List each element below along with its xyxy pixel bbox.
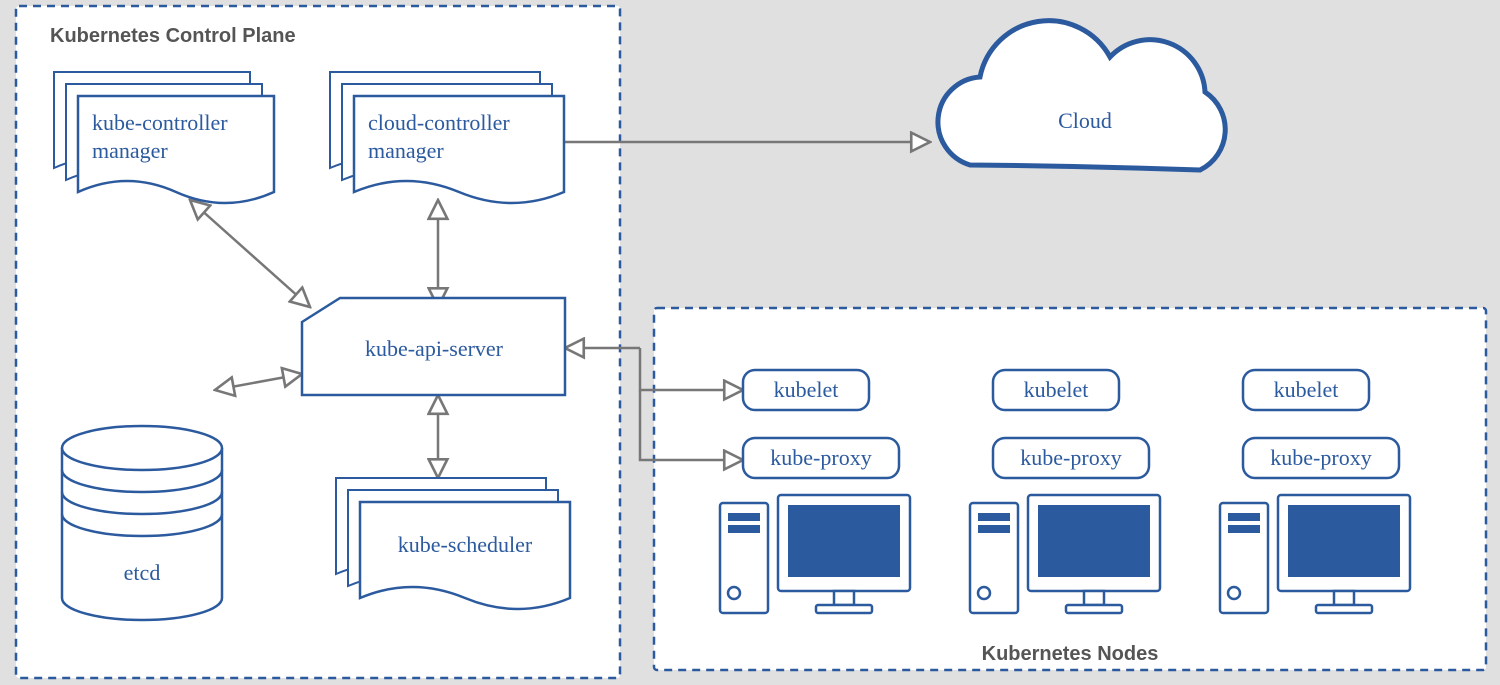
node2-kubeproxy-label: kube-proxy: [1020, 445, 1121, 470]
ccm-label-line2: manager: [368, 138, 444, 163]
ccm-label-line1: cloud-controller: [368, 110, 510, 135]
cloud-label: Cloud: [1058, 108, 1112, 133]
kubernetes-architecture-diagram: Kubernetes Control Plane Kubernetes Node…: [0, 0, 1500, 685]
node1-kubelet-label: kubelet: [774, 377, 839, 402]
kube-scheduler-box: kube-scheduler: [336, 478, 570, 609]
kube-controller-manager-box: kube-controller manager: [54, 72, 274, 203]
node3-kubelet-label: kubelet: [1274, 377, 1339, 402]
kcm-label-line2: manager: [92, 138, 168, 163]
node2-kubelet-label: kubelet: [1024, 377, 1089, 402]
etcd-box: etcd: [62, 426, 222, 620]
cloud-controller-manager-box: cloud-controller manager: [330, 72, 564, 203]
control-plane-title: Kubernetes Control Plane: [50, 25, 296, 47]
kube-api-server-box: kube-api-server: [302, 298, 565, 395]
kube-api-server-label: kube-api-server: [365, 336, 504, 361]
nodes-panel: Kubernetes Nodes: [654, 308, 1486, 670]
nodes-panel-title: Kubernetes Nodes: [982, 643, 1159, 665]
cloud-box: Cloud: [938, 21, 1225, 170]
node1-kubeproxy-label: kube-proxy: [770, 445, 871, 470]
kcm-label-line1: kube-controller: [92, 110, 228, 135]
etcd-label: etcd: [124, 560, 161, 585]
kube-scheduler-label: kube-scheduler: [398, 532, 533, 557]
node3-kubeproxy-label: kube-proxy: [1270, 445, 1371, 470]
